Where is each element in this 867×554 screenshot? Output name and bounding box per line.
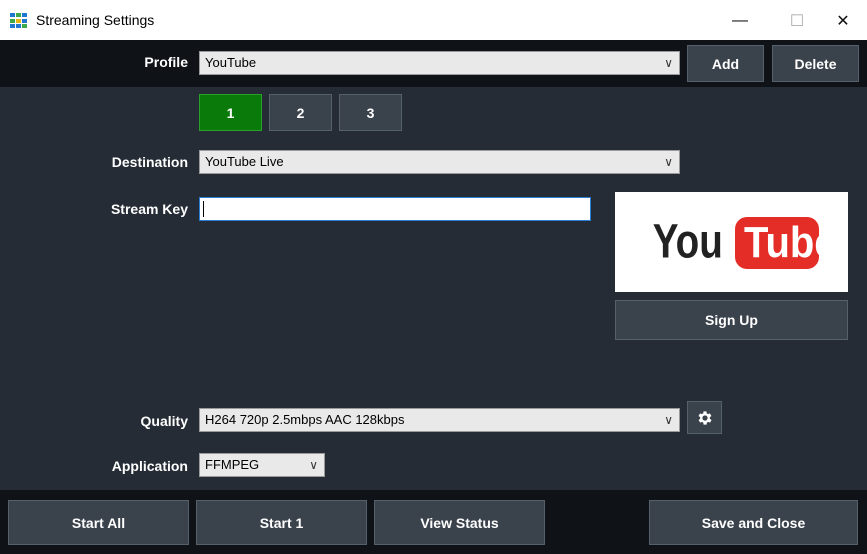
footer-bar: Start All Start 1 View Status Save and C… bbox=[0, 490, 867, 554]
profile-select[interactable]: YouTube ∨ bbox=[199, 51, 680, 75]
window-title: Streaming Settings bbox=[36, 12, 155, 28]
application-select[interactable]: FFMPEG ∨ bbox=[199, 453, 325, 477]
stream-key-input[interactable] bbox=[199, 197, 591, 221]
start-all-button[interactable]: Start All bbox=[8, 500, 189, 545]
destination-label: Destination bbox=[111, 154, 188, 170]
youtube-logo-tube: Tube bbox=[744, 217, 837, 266]
sign-up-button[interactable]: Sign Up bbox=[615, 300, 848, 340]
profile-label: Profile bbox=[144, 54, 188, 70]
minimize-button[interactable]: — bbox=[717, 6, 763, 36]
destination-select[interactable]: YouTube Live ∨ bbox=[199, 150, 680, 174]
profile-select-value: YouTube bbox=[205, 55, 257, 70]
chevron-down-icon: ∨ bbox=[664, 413, 673, 427]
start-1-button[interactable]: Start 1 bbox=[196, 500, 367, 545]
quality-settings-button[interactable] bbox=[687, 401, 722, 434]
application-select-value: FFMPEG bbox=[205, 457, 260, 472]
chevron-down-icon: ∨ bbox=[309, 458, 318, 472]
delete-profile-button[interactable]: Delete bbox=[772, 45, 859, 82]
gear-icon bbox=[698, 410, 712, 425]
stream-key-label: Stream Key bbox=[110, 201, 188, 217]
youtube-logo[interactable]: You Tube bbox=[615, 192, 848, 292]
title-bar: Streaming Settings — ☐ ✕ bbox=[0, 0, 867, 40]
add-profile-button[interactable]: Add bbox=[687, 45, 764, 82]
quality-label: Quality bbox=[140, 413, 188, 429]
tab-3[interactable]: 3 bbox=[339, 94, 402, 131]
youtube-logo-you: You bbox=[653, 214, 723, 268]
chevron-down-icon: ∨ bbox=[664, 155, 673, 169]
save-and-close-button[interactable]: Save and Close bbox=[649, 500, 858, 545]
close-button[interactable]: ✕ bbox=[820, 6, 866, 36]
text-caret bbox=[203, 201, 204, 217]
view-status-button[interactable]: View Status bbox=[374, 500, 545, 545]
application-label: Application bbox=[111, 458, 188, 474]
tab-1[interactable]: 1 bbox=[199, 94, 262, 131]
quality-select[interactable]: H264 720p 2.5mbps AAC 128kbps ∨ bbox=[199, 408, 680, 432]
destination-select-value: YouTube Live bbox=[205, 154, 284, 169]
tab-2[interactable]: 2 bbox=[269, 94, 332, 131]
profile-bar: Profile YouTube ∨ Add Delete bbox=[0, 40, 867, 87]
maximize-button[interactable]: ☐ bbox=[774, 6, 820, 36]
youtube-logo-graphic: You Tube bbox=[653, 214, 837, 269]
chevron-down-icon: ∨ bbox=[664, 56, 673, 70]
quality-select-value: H264 720p 2.5mbps AAC 128kbps bbox=[205, 412, 405, 427]
app-grid-icon bbox=[10, 13, 28, 29]
